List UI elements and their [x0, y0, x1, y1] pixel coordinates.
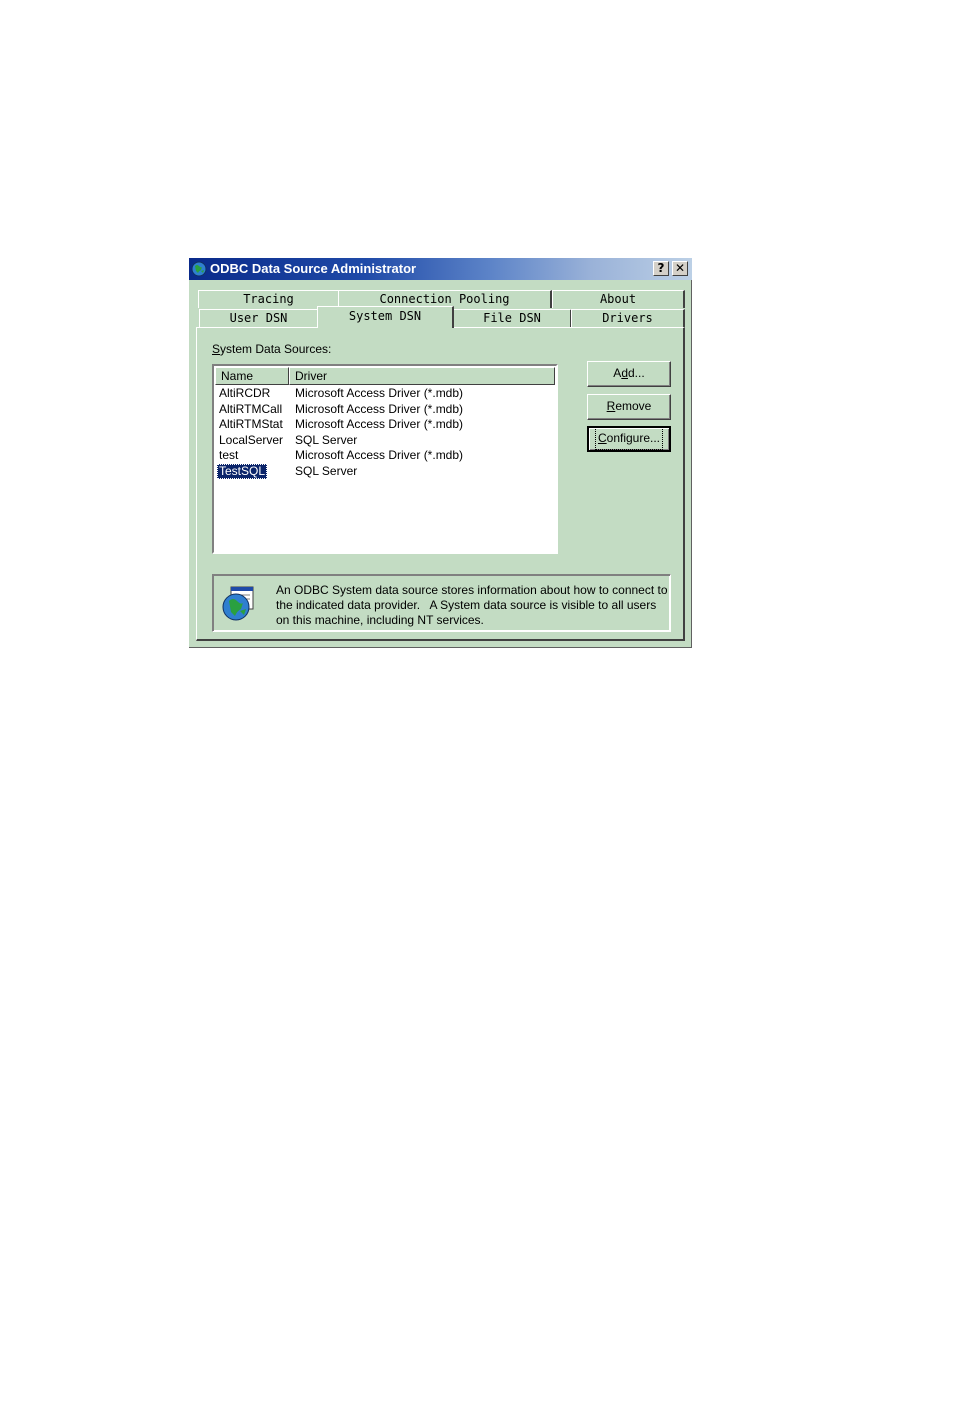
odbc-info-globe-icon: [222, 586, 254, 621]
dsn-driver: Microsoft Access Driver (*.mdb): [295, 386, 464, 400]
tab-system-dsn[interactable]: System DSN: [317, 306, 454, 328]
dsn-name: AltiRTMCall: [219, 401, 283, 416]
add-button[interactable]: Add...: [587, 361, 671, 387]
tab-about[interactable]: About: [552, 290, 685, 308]
title-bar[interactable]: ODBC Data Source Administrator ? ✕: [189, 258, 692, 280]
dsn-driver: SQL Server: [295, 432, 358, 447]
dsn-driver: Microsoft Access Driver (*.mdb): [295, 448, 464, 462]
info-box: An ODBC System data source stores inform…: [212, 574, 671, 632]
label-rest: ystem Data Sources:: [220, 342, 332, 356]
column-header-driver[interactable]: Driver: [289, 367, 555, 385]
add-post: d...: [628, 366, 645, 380]
add-button-label: Add...: [613, 362, 644, 384]
data-sources-list[interactable]: Name Driver AltiRCDR Microsoft Access Dr…: [212, 364, 558, 554]
help-button[interactable]: ?: [653, 261, 669, 276]
window-title: ODBC Data Source Administrator: [210, 261, 417, 276]
info-line-2: the indicated data provider. A System da…: [276, 598, 657, 612]
configure-button[interactable]: Configure...: [587, 426, 671, 452]
info-line-3: on this machine, including NT services.: [276, 613, 484, 627]
dsn-name: AltiRCDR: [219, 386, 271, 400]
label-mnemonic: S: [212, 342, 221, 356]
remove-post: emove: [615, 399, 652, 413]
add-mnemonic: d: [621, 366, 628, 380]
info-text: An ODBC System data source stores inform…: [276, 583, 668, 628]
close-button[interactable]: ✕: [672, 261, 688, 276]
tab-user-dsn[interactable]: User DSN: [199, 309, 319, 327]
dsn-name: TestSQL: [217, 463, 268, 479]
configure-post: onfigure...: [606, 431, 661, 445]
odbc-globe-icon: [191, 261, 207, 277]
dsn-name: LocalServer: [219, 432, 284, 447]
remove-mnemonic: R: [606, 399, 616, 413]
system-data-sources-label: System Data Sources:: [212, 342, 331, 356]
column-header-name[interactable]: Name: [215, 367, 289, 385]
tab-file-dsn[interactable]: File DSN: [453, 309, 572, 327]
dsn-name: AltiRTMStat: [219, 417, 283, 431]
dsn-name: test: [219, 448, 239, 462]
configure-mnemonic: C: [597, 431, 607, 445]
remove-button-label: Remove: [607, 395, 652, 417]
dsn-driver: Microsoft Access Driver (*.mdb): [295, 401, 464, 416]
dsn-driver: Microsoft Access Driver (*.mdb): [295, 417, 464, 431]
dsn-driver: SQL Server: [295, 463, 358, 478]
remove-button[interactable]: Remove: [587, 394, 671, 420]
info-line-1: An ODBC System data source stores inform…: [276, 583, 668, 597]
tab-drivers[interactable]: Drivers: [571, 309, 685, 327]
configure-button-label: Configure...: [594, 426, 664, 450]
